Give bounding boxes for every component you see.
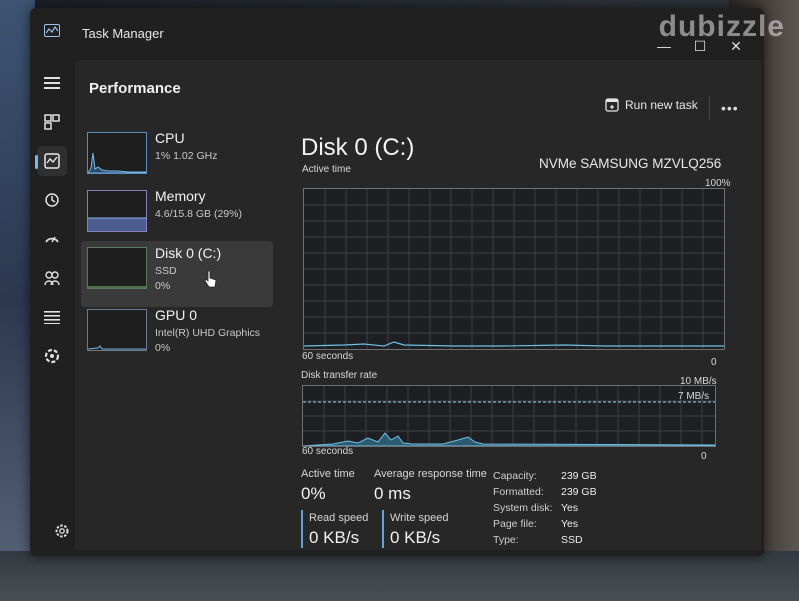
transfer-rate-chart-min: 0 [701,451,707,462]
sidebar-item-detail: 1% 1.02 GHz [155,150,218,162]
window-title: Task Manager [82,26,164,41]
monitor-bezel-bottom [0,551,799,601]
system-disk-value: Yes [561,502,579,514]
avg-response-label: Average response time [374,468,487,480]
task-manager-window: Task Manager — ☐ ✕ Performance Run new t… [30,8,764,556]
active-time-value: 0% [301,484,326,503]
page-file-value: Yes [561,518,579,530]
sidebar-item-cpu[interactable]: CPU 1% 1.02 GHz [81,126,273,192]
memory-thumbnail-graph [87,190,147,232]
performance-icon[interactable] [35,146,67,176]
menu-icon[interactable] [37,68,67,98]
system-disk-label: System disk: [493,502,553,514]
run-new-task-button[interactable]: Run new task [605,98,698,112]
settings-icon[interactable] [54,523,70,544]
transfer-rate-chart-duration: 60 seconds [302,446,354,457]
users-icon[interactable] [37,263,67,293]
task-manager-app-icon [44,24,60,37]
sidebar-item-label: GPU 0 [155,307,198,323]
formatted-label: Formatted: [493,486,544,498]
toolbar-divider [709,96,710,120]
run-new-task-label: Run new task [625,98,698,112]
details-icon[interactable] [37,302,67,332]
navigation-rail [30,60,74,550]
mouse-cursor-icon [204,270,217,288]
write-speed-indicator [382,510,384,548]
gpu-thumbnail-graph [87,309,147,351]
sidebar-item-detail: 4.6/15.8 GB (29%) [155,208,242,220]
performance-page: Performance Run new task ••• CPU 1% 1.02… [75,60,761,550]
write-speed-value: 0 KB/s [390,528,441,547]
formatted-value: 239 GB [561,486,597,498]
active-time-chart-label: Active time [302,164,351,175]
transfer-rate-chart-label: Disk transfer rate [301,370,378,381]
active-time-label: Active time [301,468,355,480]
type-label: Type: [493,534,519,546]
capacity-label: Capacity: [493,470,537,482]
title-bar[interactable]: Task Manager — ☐ ✕ [30,8,764,54]
sidebar-item-label: Memory [155,188,206,204]
services-icon[interactable] [37,341,67,371]
active-time-chart [303,188,725,350]
watermark-logo: dubizzle [658,10,785,43]
sidebar-item-detail: Intel(R) UHD Graphics [155,327,261,339]
transfer-rate-chart [302,385,716,447]
disk-model: NVMe SAMSUNG MZVLQ256 [539,156,722,171]
type-value: SSD [561,534,583,546]
avg-response-value: 0 ms [374,484,411,503]
sidebar-item-label: Disk 0 (C:) [155,245,222,261]
active-time-chart-min: 0 [711,357,717,368]
capacity-value: 239 GB [561,470,597,482]
transfer-rate-chart-mid: 7 MB/s [678,391,710,402]
sidebar-item-label: CPU [155,130,185,146]
read-speed-label: Read speed [309,512,369,524]
run-new-task-icon [605,98,619,112]
disk-title: Disk 0 (C:) [301,134,415,161]
disk-thumbnail-graph [87,247,147,289]
page-title: Performance [89,80,181,97]
app-history-icon[interactable] [37,185,67,215]
read-speed-indicator [301,510,303,548]
sidebar-item-usage: 0% [155,280,171,292]
sidebar-item-gpu[interactable]: GPU 0 Intel(R) UHD Graphics 0% [81,303,273,369]
write-speed-label: Write speed [390,512,449,524]
sidebar-item-detail: SSD [155,265,177,277]
sidebar-item-disk[interactable]: Disk 0 (C:) SSD 0% [81,241,273,307]
more-options-button[interactable]: ••• [721,100,739,116]
page-file-label: Page file: [493,518,537,530]
active-time-chart-duration: 60 seconds [302,351,354,362]
sidebar-item-usage: 0% [155,342,171,354]
startup-apps-icon[interactable] [37,224,67,254]
cpu-thumbnail-graph [87,132,147,174]
processes-icon[interactable] [37,107,67,137]
read-speed-value: 0 KB/s [309,528,360,547]
